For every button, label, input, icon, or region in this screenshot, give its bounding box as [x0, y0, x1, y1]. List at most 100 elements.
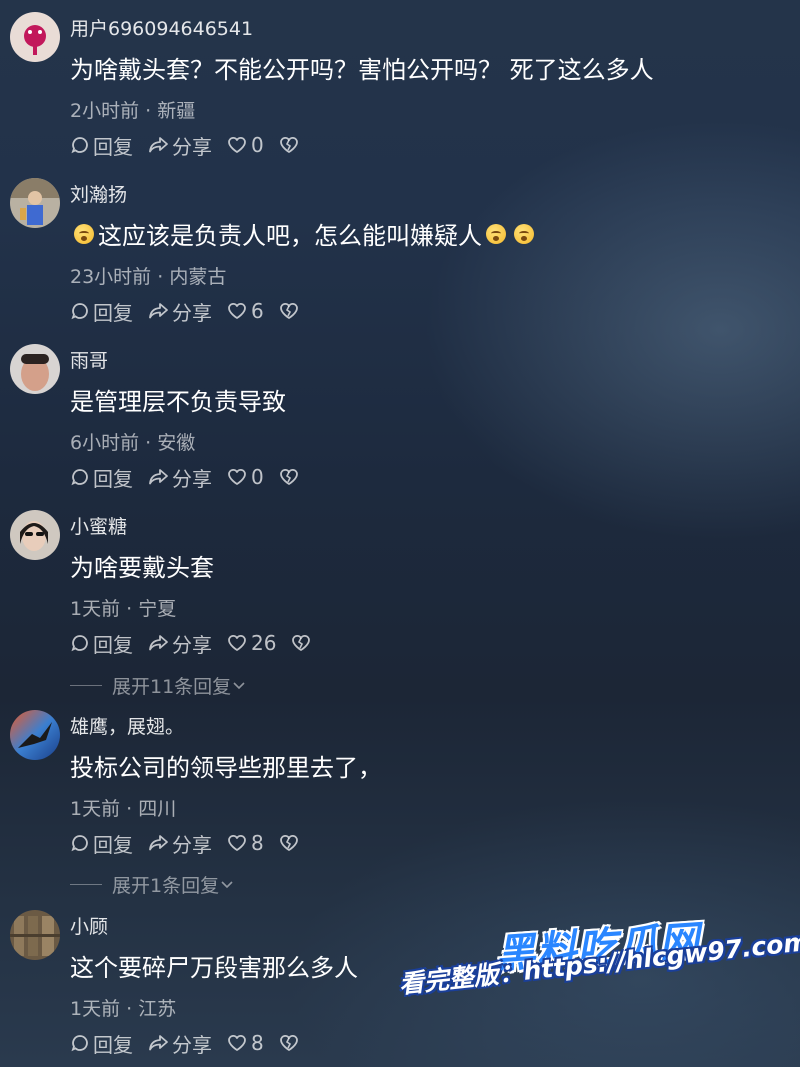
- dislike-button[interactable]: [278, 467, 303, 487]
- share-button[interactable]: 分享: [147, 463, 212, 492]
- like-count: 6: [251, 299, 264, 323]
- comment-text: 这应该是负责人吧，怎么能叫嫌疑人: [98, 222, 482, 250]
- avatar[interactable]: [10, 710, 60, 760]
- comment-time: 1天前: [70, 598, 121, 620]
- username[interactable]: 雄鹰，展翅。: [70, 712, 184, 739]
- meta-separator: ·: [145, 100, 152, 122]
- comment-actions: 回复 分享 8: [70, 1029, 317, 1058]
- share-label: 分享: [172, 632, 212, 657]
- comment-time: 1天前: [70, 998, 121, 1020]
- expand-divider: [70, 685, 102, 686]
- reply-button[interactable]: 回复: [70, 829, 133, 858]
- dislike-button[interactable]: [278, 1033, 303, 1053]
- reply-label: 回复: [93, 300, 133, 325]
- like-count: 26: [251, 631, 277, 655]
- comment-bubble-icon: [71, 1035, 88, 1052]
- comment-bubble-icon: [71, 635, 88, 652]
- share-arrow-icon: [149, 137, 168, 153]
- expand-replies[interactable]: 展开11条回复: [70, 672, 247, 699]
- chevron-down-icon: [221, 880, 233, 888]
- comment-text: 投标公司的领导些那里去了，: [70, 754, 382, 782]
- comment-text: 是管理层不负责导致: [70, 388, 286, 416]
- broken-heart-icon: [292, 634, 311, 651]
- comment-meta: 2小时前 · 新疆: [70, 96, 195, 123]
- comment-bubble-icon: [71, 835, 88, 852]
- shush-emoji-icon: [74, 223, 94, 244]
- comment-location: 安徽: [157, 432, 196, 454]
- share-arrow-icon: [149, 303, 168, 319]
- reply-label: 回复: [93, 632, 133, 657]
- broken-heart-icon: [279, 302, 298, 319]
- username[interactable]: 雨哥: [70, 346, 108, 373]
- comment-time: 1天前: [70, 798, 121, 820]
- expand-divider: [70, 884, 102, 885]
- broken-heart-icon: [279, 1034, 298, 1051]
- comment-meta: 6小时前 · 安徽: [70, 428, 195, 455]
- avatar[interactable]: [10, 12, 60, 62]
- dislike-button[interactable]: [278, 135, 303, 155]
- share-button[interactable]: 分享: [147, 131, 212, 160]
- like-count: 8: [251, 1031, 264, 1055]
- reply-button[interactable]: 回复: [70, 463, 133, 492]
- like-button[interactable]: 8: [226, 1031, 264, 1055]
- avatar[interactable]: [10, 178, 60, 228]
- dislike-button[interactable]: [290, 633, 315, 653]
- share-button[interactable]: 分享: [147, 829, 212, 858]
- reply-label: 回复: [93, 832, 133, 857]
- share-button[interactable]: 分享: [147, 297, 212, 326]
- reply-button[interactable]: 回复: [70, 131, 133, 160]
- expand-replies[interactable]: 展开1条回复: [70, 871, 235, 898]
- share-arrow-icon: [149, 469, 168, 485]
- meta-separator: ·: [157, 266, 164, 288]
- share-label: 分享: [172, 466, 212, 491]
- meta-separator: ·: [126, 598, 133, 620]
- comment-actions: 回复 分享 0: [70, 463, 317, 492]
- username[interactable]: 刘瀚扬: [70, 180, 127, 207]
- username[interactable]: 小蜜糖: [70, 512, 127, 539]
- comment-actions: 回复 分享 26: [70, 629, 329, 658]
- reply-button[interactable]: 回复: [70, 297, 133, 326]
- comment-actions: 回复 分享 0: [70, 131, 317, 160]
- share-label: 分享: [172, 1032, 212, 1057]
- comment-location: 四川: [138, 798, 177, 820]
- comment-text: 为啥戴头套？不能公开吗？害怕公开吗？ 死了这么多人: [70, 56, 654, 84]
- heart-icon: [228, 1034, 246, 1051]
- reply-label: 回复: [93, 1032, 133, 1057]
- share-arrow-icon: [149, 835, 168, 851]
- username[interactable]: 小顾: [70, 912, 108, 939]
- username[interactable]: 用户696094646541: [70, 14, 253, 41]
- like-button[interactable]: 26: [226, 631, 276, 655]
- like-button[interactable]: 8: [226, 831, 264, 855]
- reply-button[interactable]: 回复: [70, 1029, 133, 1058]
- comment-meta: 1天前 · 四川: [70, 794, 176, 821]
- dislike-button[interactable]: [278, 301, 303, 321]
- like-button[interactable]: 6: [226, 299, 264, 323]
- comment-bubble-icon: [71, 137, 88, 154]
- heart-icon: [228, 302, 246, 319]
- broken-heart-icon: [279, 834, 298, 851]
- like-count: 0: [251, 133, 264, 157]
- avatar[interactable]: [10, 510, 60, 560]
- chevron-down-icon: [233, 681, 245, 689]
- comment-text: 为啥要戴头套: [70, 554, 214, 582]
- heart-icon: [228, 634, 246, 651]
- meta-separator: ·: [145, 432, 152, 454]
- like-button[interactable]: 0: [226, 133, 264, 157]
- avatar[interactable]: [10, 344, 60, 394]
- comment-meta: 1天前 · 江苏: [70, 994, 176, 1021]
- comment-actions: 回复 分享 8: [70, 829, 317, 858]
- shush-emoji-icon: [486, 223, 506, 244]
- broken-heart-icon: [279, 468, 298, 485]
- expand-label: 展开11条回复: [112, 676, 232, 698]
- share-label: 分享: [172, 832, 212, 857]
- comment-time: 23小时前: [70, 266, 152, 288]
- reply-label: 回复: [93, 134, 133, 159]
- share-button[interactable]: 分享: [147, 1029, 212, 1058]
- reply-button[interactable]: 回复: [70, 629, 133, 658]
- avatar[interactable]: [10, 910, 60, 960]
- comment-location: 内蒙古: [169, 266, 227, 288]
- dislike-button[interactable]: [278, 833, 303, 853]
- share-button[interactable]: 分享: [147, 629, 212, 658]
- like-button[interactable]: 0: [226, 465, 264, 489]
- comment-location: 宁夏: [138, 598, 177, 620]
